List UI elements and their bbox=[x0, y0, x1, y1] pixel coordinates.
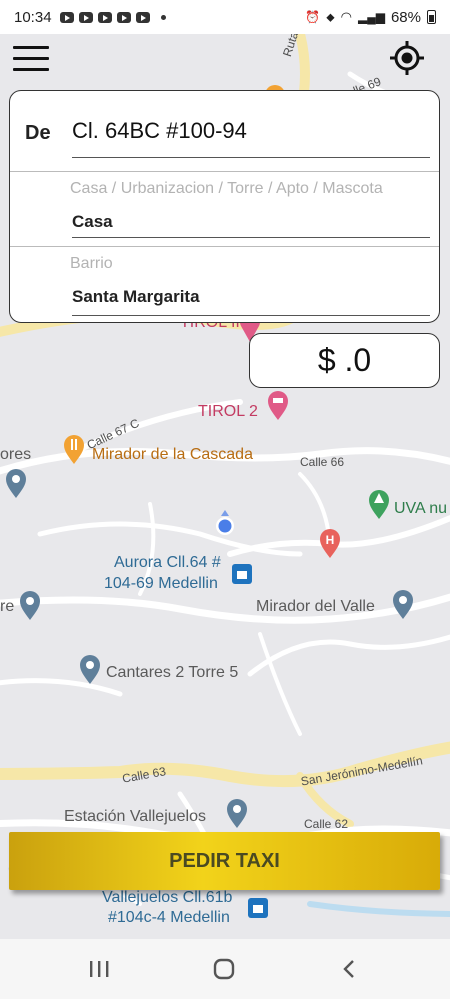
map-label-re: re bbox=[0, 598, 15, 615]
map-label-vallejuelos-2: #104c-4 Medellin bbox=[108, 909, 230, 926]
cantares-pin-icon[interactable] bbox=[78, 654, 102, 684]
origin-label: De bbox=[25, 122, 51, 144]
map-label-mirador-cascada: Mirador de la Cascada bbox=[92, 446, 253, 463]
svg-text:H: H bbox=[326, 533, 335, 547]
status-bar: 10:34 ⏰ ⬥ ◠ ▂▄▆ 68% bbox=[0, 0, 450, 34]
map-label-vallejuelos-1: Vallejuelos Cll.61b bbox=[102, 889, 233, 906]
neighborhood-input[interactable]: Santa Margarita bbox=[72, 287, 200, 307]
menu-bar bbox=[13, 68, 49, 71]
back-icon[interactable] bbox=[334, 957, 364, 981]
fare-display: $ .0 bbox=[249, 333, 440, 388]
battery-icon bbox=[427, 10, 436, 24]
my-location-dot-icon bbox=[216, 510, 234, 535]
map-label-calle-62: Calle 62 bbox=[304, 817, 349, 831]
origin-address-input[interactable]: Cl. 64BC #100-94 bbox=[72, 118, 247, 144]
cable-car-station-icon[interactable] bbox=[248, 898, 268, 918]
map-label-aurora-2: 104-69 Medellin bbox=[104, 575, 218, 592]
more-notifications-icon bbox=[160, 14, 166, 20]
battery-percent: 68% bbox=[390, 8, 421, 26]
map-label-tirol-2: TIROL 2 bbox=[198, 403, 258, 420]
alarm-icon: ⏰ bbox=[305, 10, 321, 24]
request-taxi-button[interactable]: PEDIR TAXI bbox=[9, 832, 440, 890]
status-time: 10:34 bbox=[14, 8, 52, 26]
origin-underline bbox=[72, 157, 430, 158]
detail-hint: Casa / Urbanizacion / Torre / Apto / Mas… bbox=[70, 180, 383, 197]
detail-row: Casa / Urbanizacion / Torre / Apto / Mas… bbox=[10, 171, 439, 246]
menu-bar bbox=[13, 57, 49, 60]
map-label-ores: ores bbox=[0, 446, 32, 463]
menu-bar bbox=[13, 46, 49, 49]
park-pin-icon[interactable] bbox=[367, 489, 391, 519]
hospital-pin-icon[interactable]: H bbox=[318, 528, 342, 558]
restaurant-pin-icon[interactable] bbox=[62, 434, 86, 464]
map-label-uva: UVA nu bbox=[394, 500, 448, 517]
hamburger-menu-icon[interactable] bbox=[13, 46, 49, 72]
place-pin-icon[interactable] bbox=[4, 468, 28, 498]
map-label-cantares: Cantares 2 Torre 5 bbox=[106, 664, 239, 681]
wifi-icon: ◠ bbox=[340, 9, 352, 24]
detail-input[interactable]: Casa bbox=[72, 212, 113, 232]
signal-icon: ▂▄▆ bbox=[358, 10, 385, 24]
recent-apps-icon[interactable] bbox=[84, 957, 114, 981]
estacion-pin-icon[interactable] bbox=[225, 798, 249, 828]
address-card: De Cl. 64BC #100-94 Casa / Urbanizacion … bbox=[9, 90, 440, 323]
gallery-notification-icon bbox=[116, 11, 131, 23]
map-label-estacion: Estación Vallejuelos bbox=[64, 808, 207, 825]
youtube-notification-icon bbox=[78, 11, 93, 23]
place-pin-icon[interactable] bbox=[18, 590, 42, 620]
location-icon: ⬥ bbox=[326, 9, 335, 24]
message-notification-icon bbox=[135, 11, 150, 23]
cable-car-station-icon[interactable] bbox=[232, 564, 252, 584]
youtube-notification-icon bbox=[59, 11, 74, 23]
mirador-valle-pin-icon[interactable] bbox=[391, 589, 415, 619]
map-label-calle-66: Calle 66 bbox=[300, 455, 345, 469]
neighborhood-row: Barrio Santa Margarita bbox=[10, 246, 439, 324]
home-icon[interactable] bbox=[209, 957, 239, 981]
neighborhood-underline bbox=[72, 315, 430, 316]
detail-underline bbox=[72, 237, 430, 238]
neighborhood-hint: Barrio bbox=[70, 255, 113, 272]
gps-crosshair-icon[interactable] bbox=[390, 41, 424, 75]
map-label-aurora-1: Aurora Cll.64 # bbox=[114, 554, 221, 571]
origin-row: De Cl. 64BC #100-94 bbox=[10, 91, 439, 171]
system-nav-bar bbox=[0, 939, 450, 999]
hotel-pin-icon[interactable] bbox=[266, 390, 290, 420]
youtube-notification-icon bbox=[97, 11, 112, 23]
map-label-mirador-valle: Mirador del Valle bbox=[256, 598, 375, 615]
